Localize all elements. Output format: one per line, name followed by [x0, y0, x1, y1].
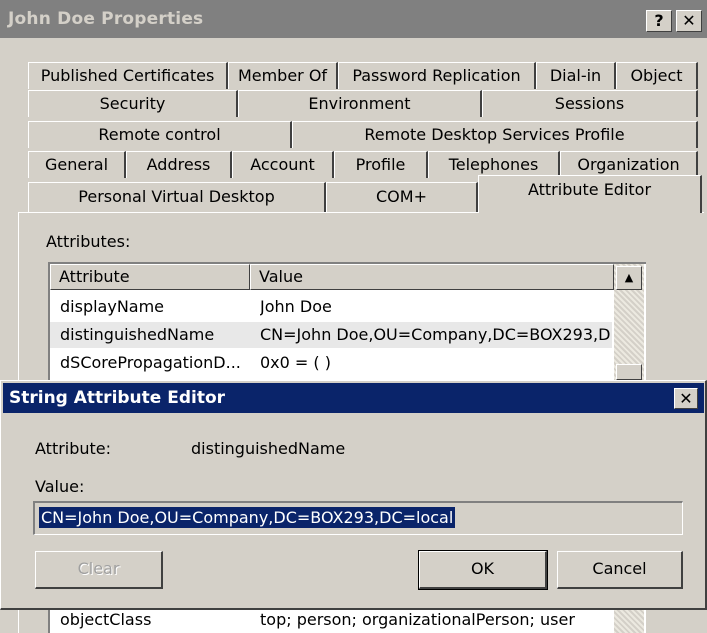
- attribute-value: 0x0 = ( ): [260, 353, 331, 372]
- value-label: Value:: [35, 477, 85, 496]
- tab-profile[interactable]: Profile: [334, 151, 428, 178]
- tab-com-plus[interactable]: COM+: [326, 182, 478, 212]
- value-input[interactable]: CN=John Doe,OU=Company,DC=BOX293,DC=loca…: [33, 501, 683, 535]
- attribute-name: distinguishedName: [60, 325, 215, 344]
- list-item-selected[interactable]: distinguishedName CN=John Doe,OU=Company…: [50, 322, 612, 348]
- tab-password-replication[interactable]: Password Replication: [338, 62, 536, 89]
- dialog-title: String Attribute Editor: [9, 388, 226, 408]
- window-title: John Doe Properties: [8, 9, 204, 29]
- tab-published-certificates[interactable]: Published Certificates: [28, 62, 228, 89]
- tab-organization[interactable]: Organization: [560, 151, 698, 178]
- clear-button[interactable]: Clear: [35, 551, 163, 589]
- attributes-list-header: Attribute Value: [50, 264, 614, 290]
- tab-account[interactable]: Account: [232, 151, 334, 178]
- window-close-button[interactable]: ✕: [676, 10, 702, 32]
- tab-general[interactable]: General: [28, 151, 126, 178]
- tab-member-of[interactable]: Member Of: [228, 62, 338, 89]
- attribute-name: displayName: [60, 297, 165, 316]
- help-button[interactable]: ?: [646, 10, 672, 32]
- tab-sessions[interactable]: Sessions: [482, 90, 698, 117]
- attribute-label: Attribute:: [35, 439, 112, 458]
- window-titlebar: John Doe Properties ? ✕: [0, 0, 707, 38]
- tab-telephones[interactable]: Telephones: [428, 151, 560, 178]
- tab-security[interactable]: Security: [28, 90, 238, 117]
- column-header-value[interactable]: Value: [250, 264, 614, 290]
- attribute-name-value: distinguishedName: [191, 439, 346, 458]
- ok-button[interactable]: OK: [418, 550, 548, 590]
- cancel-button[interactable]: Cancel: [557, 551, 683, 589]
- tab-environment[interactable]: Environment: [238, 90, 482, 117]
- value-selected-text: CN=John Doe,OU=Company,DC=BOX293,DC=loca…: [39, 507, 456, 528]
- dialog-close-button[interactable]: ✕: [674, 388, 698, 409]
- tab-personal-virtual-desktop[interactable]: Personal Virtual Desktop: [28, 182, 326, 212]
- attributes-label: Attributes:: [46, 232, 131, 251]
- tab-remote-control[interactable]: Remote control: [28, 121, 292, 148]
- tab-remote-desktop-services-profile[interactable]: Remote Desktop Services Profile: [292, 121, 698, 148]
- attribute-value: top; person; organizationalPerson; user: [260, 610, 575, 629]
- tab-attribute-editor[interactable]: Attribute Editor: [478, 175, 702, 213]
- scroll-up-arrow-icon[interactable]: ▲: [616, 266, 642, 290]
- tab-address[interactable]: Address: [126, 151, 232, 178]
- attribute-value: John Doe: [260, 297, 332, 316]
- string-attribute-editor-dialog: String Attribute Editor ✕ Attribute: dis…: [0, 380, 707, 610]
- tab-object[interactable]: Object: [616, 62, 698, 89]
- attribute-name: objectClass: [60, 610, 152, 629]
- column-header-attribute[interactable]: Attribute: [50, 264, 250, 290]
- tab-dial-in[interactable]: Dial-in: [536, 62, 616, 89]
- attribute-value: CN=John Doe,OU=Company,DC=BOX293,D: [260, 325, 611, 344]
- dialog-titlebar: String Attribute Editor ✕: [3, 383, 704, 413]
- scroll-thumb[interactable]: [616, 364, 642, 380]
- attribute-name: dSCorePropagationD...: [60, 353, 241, 372]
